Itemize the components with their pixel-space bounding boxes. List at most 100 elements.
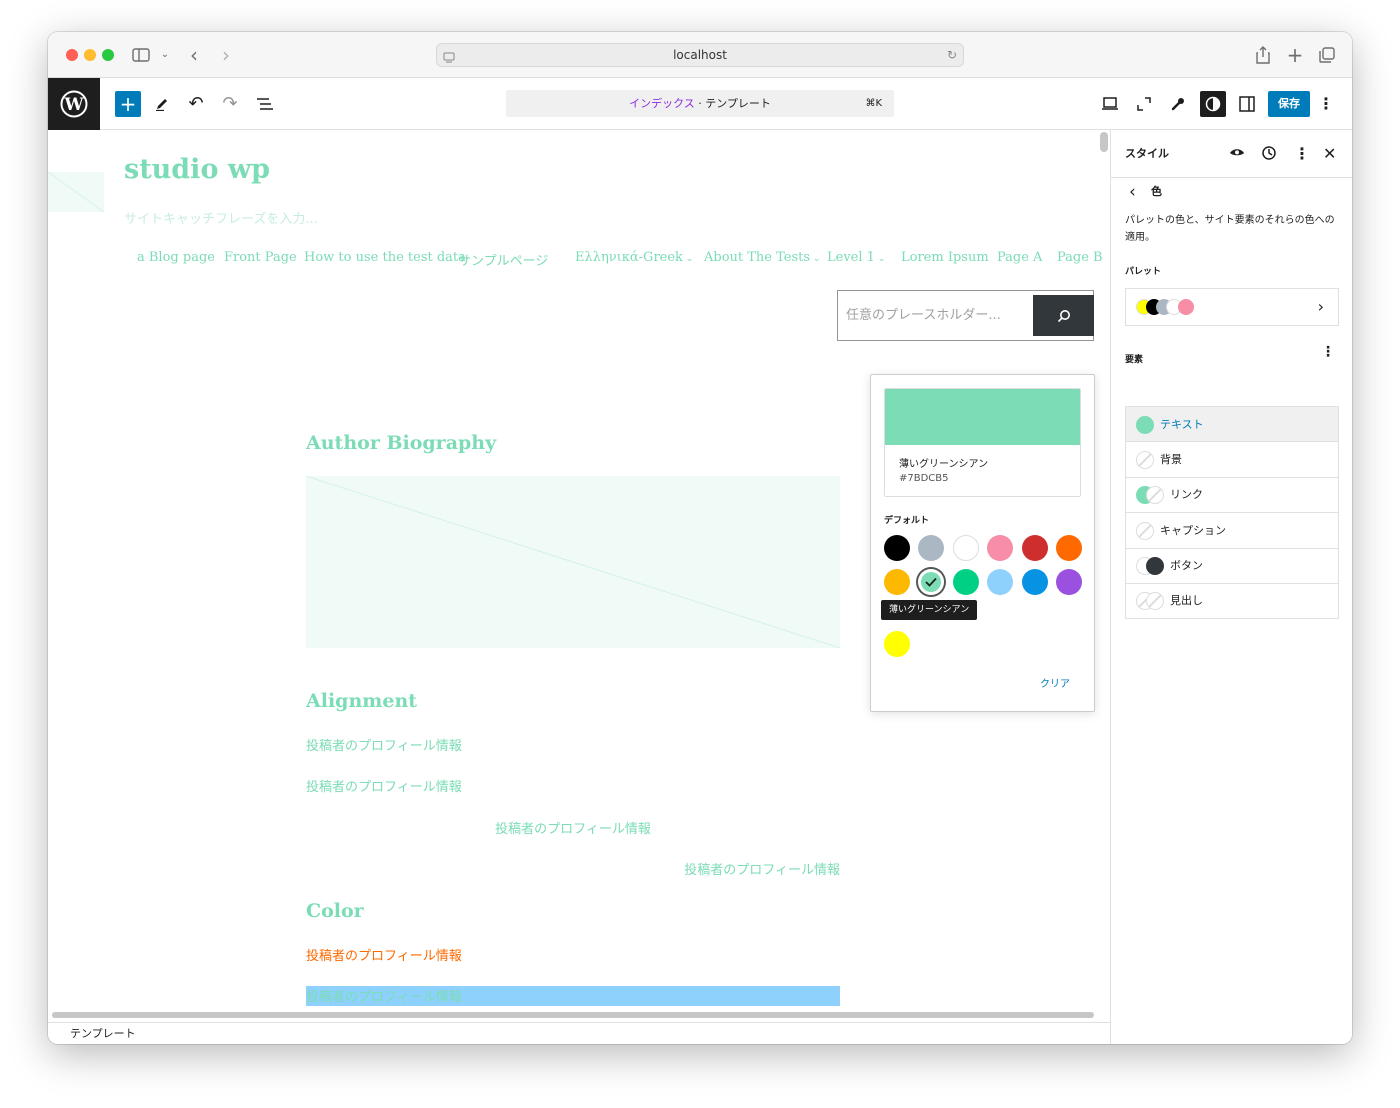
element-background[interactable]: 背景 <box>1125 442 1339 478</box>
canvas-vertical-scrollbar[interactable] <box>1100 132 1108 152</box>
elements-more-icon[interactable]: ⋮ <box>1321 344 1335 360</box>
link-hover-color-indicator <box>1146 486 1164 504</box>
edit-tools-icon[interactable] <box>149 91 175 117</box>
site-title[interactable]: studio wp <box>124 154 270 185</box>
selected-color-name: 薄いグリーンシアン <box>899 459 989 470</box>
color-swatch-light-green-cyan-selected[interactable] <box>918 569 944 595</box>
search-button[interactable] <box>1033 295 1094 336</box>
desktop-preview-icon[interactable] <box>1097 91 1123 117</box>
color-swatch-vivid-green-cyan[interactable] <box>953 569 979 595</box>
color-swatch-vivid-cyan-blue[interactable] <box>1022 569 1048 595</box>
element-heading[interactable]: 見出し <box>1125 583 1339 619</box>
style-book-eye-icon[interactable] <box>1229 145 1245 165</box>
color-swatch-cyan-bluish-gray[interactable] <box>918 535 944 561</box>
image-placeholder[interactable] <box>306 476 840 648</box>
chevron-down-icon: ⌄ <box>874 254 886 264</box>
nav-item-page-b[interactable]: Page B <box>1057 250 1103 265</box>
color-swatch-luminous-vivid-amber[interactable] <box>884 569 910 595</box>
color-swatch-white[interactable] <box>953 535 979 561</box>
nav-item-level-1[interactable]: Level 1 ⌄ <box>827 250 885 265</box>
nav-item-blog[interactable]: a Blog page <box>137 250 215 265</box>
forward-icon[interactable]: › <box>216 44 236 66</box>
sidebar-more-icon[interactable]: ⋮ <box>1294 130 1310 178</box>
settings-panel-icon[interactable] <box>1234 91 1260 117</box>
zoom-window-button[interactable] <box>102 49 114 61</box>
color-swatch-vivid-purple[interactable] <box>1056 569 1082 595</box>
paragraph-align-none[interactable]: 投稿者のプロフィール情報 <box>306 776 462 795</box>
tools-wrench-icon[interactable] <box>1165 91 1191 117</box>
wordpress-logo-icon[interactable]: W <box>48 78 100 130</box>
breadcrumb-template[interactable]: テンプレート <box>70 1027 136 1040</box>
nav-item-test-data[interactable]: How to use the test data <box>304 250 466 265</box>
more-options-icon[interactable]: ⋮ <box>1318 91 1334 117</box>
add-block-button[interactable]: + <box>115 91 141 117</box>
revisions-history-icon[interactable] <box>1261 145 1277 165</box>
element-caption[interactable]: キャプション <box>1125 513 1339 549</box>
element-link[interactable]: リンク <box>1125 477 1339 513</box>
nav-item-sample-page[interactable]: サンプルページ <box>458 250 548 269</box>
undo-icon[interactable]: ↶ <box>183 91 209 117</box>
site-logo-placeholder[interactable] <box>48 172 104 212</box>
element-button[interactable]: ボタン <box>1125 548 1339 584</box>
back-icon[interactable]: ‹ <box>184 44 204 66</box>
nav-item-front-page[interactable]: Front Page <box>224 250 297 265</box>
redo-icon[interactable]: ↷ <box>217 91 243 117</box>
search-input[interactable]: 任意のプレースホルダー... <box>846 291 1001 340</box>
sidebar-toggle-icon[interactable] <box>130 44 152 66</box>
fullscreen-icon[interactable] <box>1131 91 1157 117</box>
sidebar-title: スタイル <box>1125 147 1169 160</box>
paragraph-align-right[interactable]: 投稿者のプロフィール情報 <box>306 859 840 878</box>
nav-item-greek[interactable]: Ελληνικά-Greek ⌄ <box>575 250 693 265</box>
browser-titlebar: ⌄ ‹ › localhost ↻ + <box>48 32 1352 78</box>
nav-item-about-tests[interactable]: About The Tests ⌄ <box>704 250 820 265</box>
reload-icon[interactable]: ↻ <box>947 44 957 66</box>
paragraph-blue-background-text: 投稿者のプロフィール情報 <box>306 990 462 1005</box>
document-overview-icon[interactable] <box>252 91 278 117</box>
minimize-window-button[interactable] <box>84 49 96 61</box>
clear-button[interactable]: クリア <box>1040 675 1070 690</box>
close-window-button[interactable] <box>66 49 78 61</box>
styles-contrast-icon[interactable] <box>1200 91 1226 117</box>
elements-label: 要素 <box>1125 355 1144 365</box>
canvas-horizontal-scrollbar[interactable] <box>52 1012 1094 1018</box>
selected-color-hex[interactable]: #7BDCB5 <box>899 473 949 484</box>
nav-item-page-a[interactable]: Page A <box>997 250 1042 265</box>
color-swatch-luminous-vivid-orange[interactable] <box>1056 535 1082 561</box>
new-tab-icon[interactable]: + <box>1284 44 1306 66</box>
nav-item-lorem-ipsum[interactable]: Lorem Ipsum <box>901 250 989 265</box>
shortcut-hint: ⌘K <box>865 98 882 109</box>
paragraph-align-left[interactable]: 投稿者のプロフィール情報 <box>306 735 462 754</box>
selected-color-preview[interactable] <box>885 389 1080 445</box>
save-button[interactable]: 保存 <box>1268 91 1310 117</box>
background-color-indicator <box>1136 451 1154 469</box>
palette-button[interactable]: › <box>1125 288 1339 326</box>
paragraph-orange-text[interactable]: 投稿者のプロフィール情報 <box>306 945 462 964</box>
command-palette-button[interactable]: インデックス · テンプレート ⌘K <box>506 90 894 117</box>
site-tagline-placeholder[interactable]: サイトキャッチフレーズを入力... <box>124 208 318 227</box>
element-text[interactable]: テキスト <box>1125 406 1339 442</box>
back-chevron-icon[interactable]: ‹ <box>1129 178 1136 206</box>
heading-author-biography[interactable]: Author Biography <box>306 432 496 454</box>
heading-color[interactable]: Color <box>306 900 364 922</box>
color-swatch-black[interactable] <box>884 535 910 561</box>
color-swatch-vivid-red[interactable] <box>1022 535 1048 561</box>
caption-color-indicator <box>1136 522 1154 540</box>
heading-alignment[interactable]: Alignment <box>306 690 417 712</box>
selected-color-card[interactable]: 薄いグリーンシアン #7BDCB5 <box>884 388 1081 497</box>
template-type: · テンプレート <box>694 97 771 110</box>
color-swatch-custom-yellow[interactable] <box>884 631 910 657</box>
url-text: localhost <box>673 48 727 62</box>
paragraph-align-center[interactable]: 投稿者のプロフィール情報 <box>306 818 840 837</box>
close-icon[interactable]: ✕ <box>1323 130 1336 178</box>
palette-swatch <box>1178 299 1194 315</box>
color-swatch-pale-pink[interactable] <box>987 535 1013 561</box>
paragraph-blue-background[interactable]: 投稿者のプロフィール情報 <box>306 986 840 1006</box>
address-bar[interactable]: localhost ↻ <box>436 43 964 67</box>
footer-breadcrumb[interactable]: テンプレート <box>48 1022 1110 1044</box>
tabs-overview-icon[interactable] <box>1316 44 1338 66</box>
share-icon[interactable] <box>1252 44 1274 66</box>
heading-background-color-indicator <box>1146 592 1164 610</box>
color-swatch-pale-cyan-blue[interactable] <box>987 569 1013 595</box>
default-palette-label: デフォルト <box>884 516 930 526</box>
chevron-down-icon[interactable]: ⌄ <box>158 44 172 66</box>
